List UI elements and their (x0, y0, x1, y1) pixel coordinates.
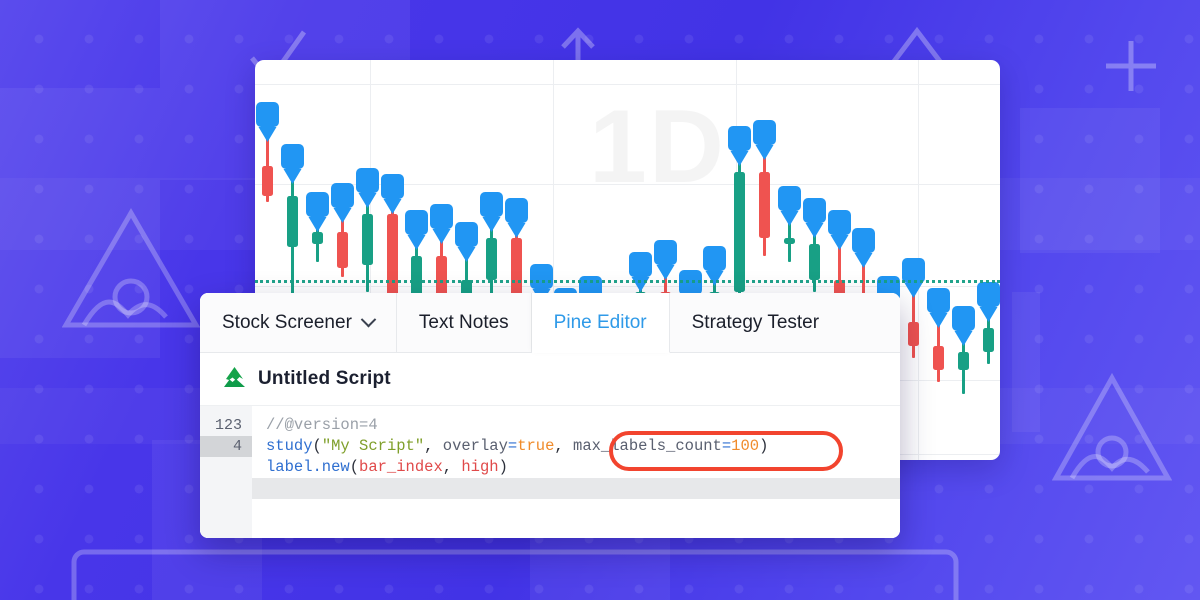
code-token: 100 (731, 437, 760, 455)
candle-body (758, 172, 770, 238)
label-marker (926, 288, 950, 328)
price-level-line (255, 280, 1000, 283)
label-marker (827, 210, 851, 250)
pine-editor-panel: Stock Screener Text Notes Pine Editor Strat… (200, 293, 900, 538)
label-marker (851, 228, 875, 268)
line-number: 3 (232, 417, 242, 434)
label-marker (901, 258, 925, 298)
label-marker (479, 192, 503, 232)
code-token: study (266, 437, 313, 455)
label-marker (777, 186, 801, 226)
candle-body (932, 346, 944, 370)
candle-body (361, 214, 373, 265)
label-marker (305, 192, 329, 232)
code-token: = (507, 437, 518, 455)
line-number: 4 (200, 436, 252, 457)
label-marker (404, 210, 428, 250)
code-token: label.new (266, 458, 350, 476)
rounded-rect-outline (70, 548, 960, 600)
code-token: "My Script" (321, 437, 425, 455)
tab-label: Text Notes (418, 311, 509, 333)
code-token: ( (312, 437, 322, 455)
code-token: = (721, 437, 732, 455)
code-line[interactable]: study("My Script", overlay=true, max_lab… (266, 436, 900, 457)
candle-body (336, 232, 348, 268)
label-marker (752, 120, 776, 160)
script-title: Untitled Script (258, 368, 391, 389)
label-marker (951, 306, 975, 346)
label-marker (628, 252, 652, 292)
candle-body (783, 238, 795, 244)
mountain-logo-icon (222, 366, 247, 393)
label-marker (653, 240, 677, 280)
label-marker (255, 102, 279, 142)
tab-label: Stock Screener (222, 311, 352, 333)
plus-icon (1100, 35, 1162, 97)
candle-body (286, 196, 298, 247)
line-number-gutter: 123 4 (200, 406, 252, 538)
mountain-outline-icon (62, 205, 200, 330)
code-line[interactable]: //@version=4 (266, 415, 900, 436)
mountain-outline-icon (1052, 372, 1172, 482)
label-marker (727, 126, 751, 166)
label-marker (280, 144, 304, 184)
candle-body (261, 166, 273, 196)
code-line[interactable]: label.new(bar_index, high) (266, 457, 900, 478)
script-header: Untitled Script (200, 353, 900, 406)
code-line[interactable] (266, 478, 900, 499)
tab-strategy-tester[interactable]: Strategy Tester (669, 293, 842, 352)
tab-label: Pine Editor (553, 311, 647, 333)
tab-label: Strategy Tester (691, 311, 820, 333)
line-number: 2 (223, 417, 233, 434)
candle-body (733, 172, 745, 292)
code-token: , (424, 437, 443, 455)
code-token: true (517, 437, 555, 455)
code-token: , (442, 458, 462, 476)
label-marker (504, 198, 528, 238)
chevron-down-icon[interactable] (360, 311, 377, 328)
tab-pine-editor[interactable]: Pine Editor (531, 293, 670, 353)
label-marker (802, 198, 826, 238)
code-text[interactable]: //@version=4 study("My Script", overlay=t… (252, 406, 900, 538)
code-token: max_labels_count (573, 437, 722, 455)
code-editor[interactable]: 123 4 //@version=4 study("My Script", over… (200, 406, 900, 538)
candle-body (311, 232, 323, 244)
code-token: , (554, 437, 574, 455)
code-token: //@version=4 (266, 416, 378, 434)
tab-text-notes[interactable]: Text Notes (396, 293, 532, 352)
candle-body (808, 244, 820, 280)
candle-body (957, 352, 969, 370)
label-marker (976, 282, 1000, 322)
code-token: ) (759, 437, 769, 455)
code-token: ) (498, 458, 508, 476)
candle-body (485, 238, 497, 280)
label-marker (429, 204, 453, 244)
tab-stock-screener[interactable]: Stock Screener (200, 293, 397, 352)
editor-tab-bar: Stock Screener Text Notes Pine Editor Strat… (200, 293, 900, 353)
code-token: ( (349, 458, 360, 476)
label-marker (355, 168, 379, 208)
candle-body (907, 322, 919, 346)
code-token: high (461, 458, 499, 476)
label-marker (330, 183, 354, 223)
code-token: bar_index (359, 458, 443, 476)
label-marker (380, 174, 404, 214)
label-marker (454, 222, 478, 262)
line-number: 1 (214, 417, 224, 434)
code-token: overlay (442, 437, 508, 455)
candle-body (982, 328, 994, 352)
